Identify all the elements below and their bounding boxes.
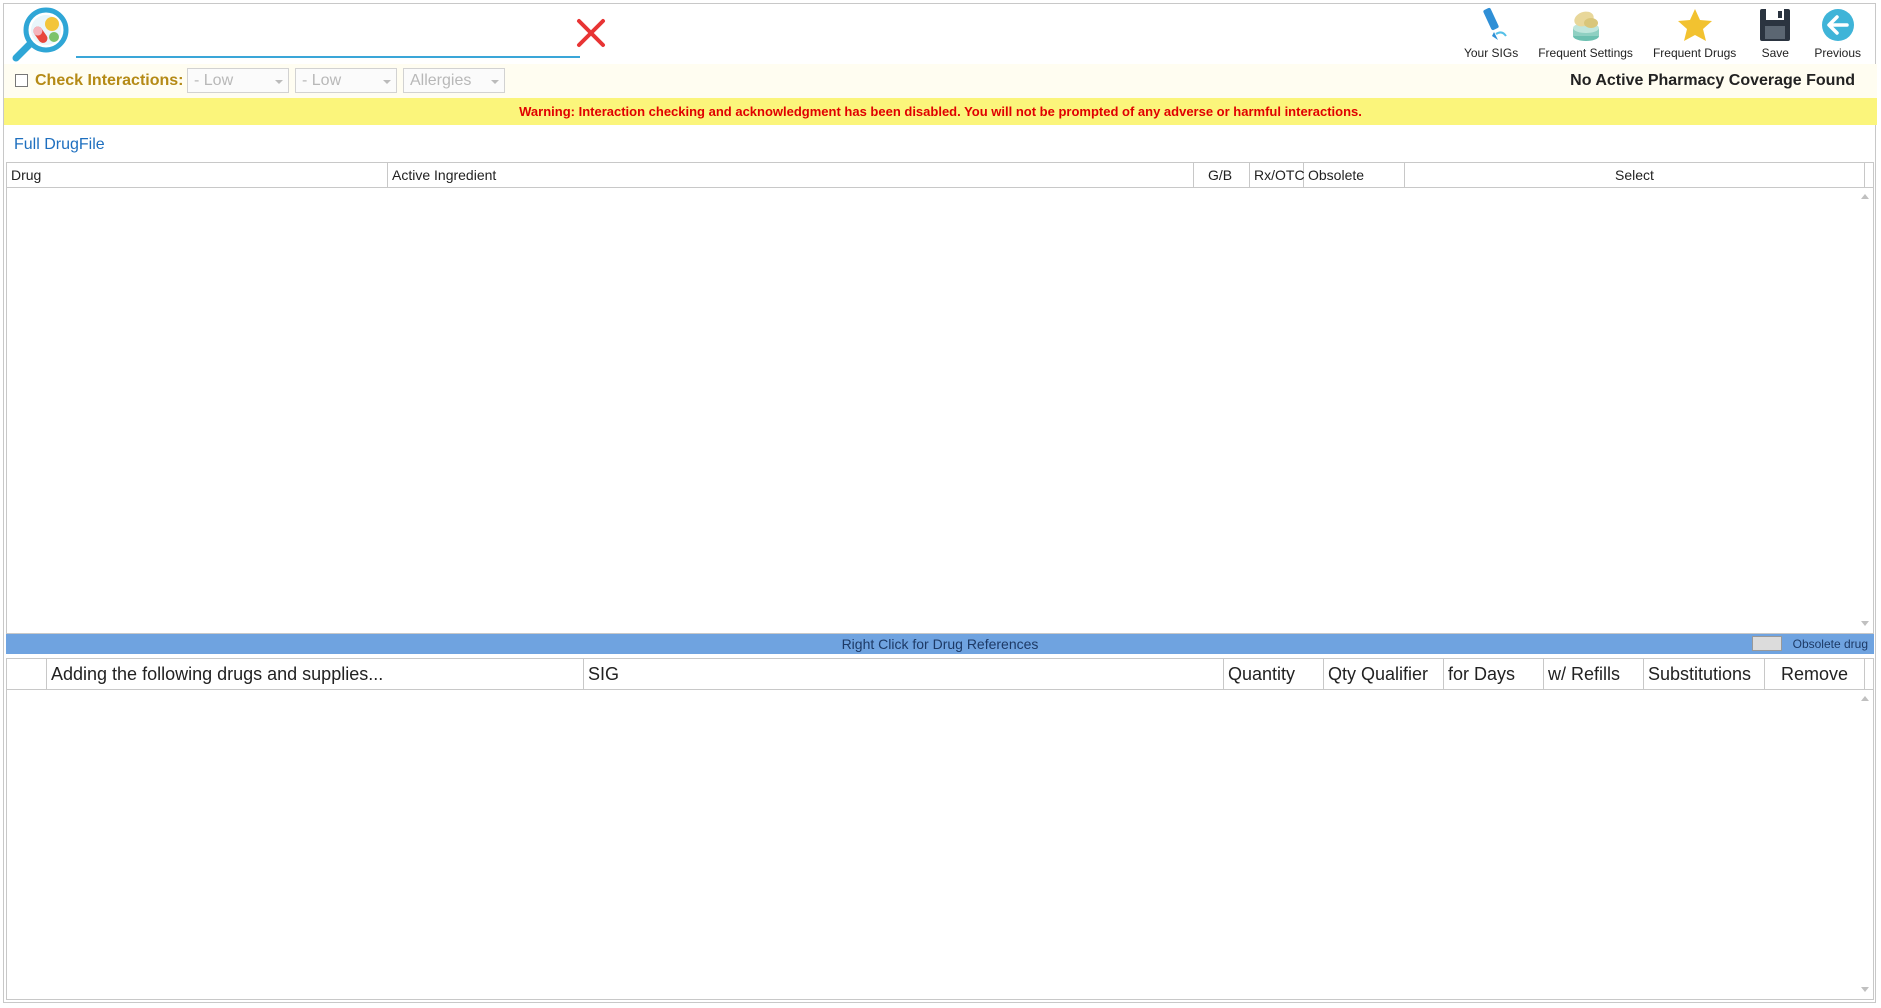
allergies-select-value: Allergies	[410, 72, 472, 89]
interaction-severity-select-1[interactable]: - Low	[187, 68, 289, 93]
drug-table: Drug Active Ingredient G/B Rx/OTC Obsole…	[6, 162, 1874, 634]
added-drugs-table: Adding the following drugs and supplies.…	[6, 658, 1874, 1000]
scroll-down-icon[interactable]	[1861, 987, 1869, 993]
chevron-down-icon	[275, 80, 283, 84]
obsolete-legend-label: Obsolete drug	[1792, 637, 1868, 651]
star-icon	[1677, 9, 1712, 41]
clear-search-button[interactable]	[574, 16, 608, 50]
previous-button[interactable]: Previous	[1804, 4, 1871, 60]
interaction-settings-row: Check Interactions: - Low - Low Allergie…	[4, 64, 1877, 98]
interaction-warning-banner: Warning: Interaction checking and acknow…	[4, 98, 1877, 125]
drug-search-input[interactable]	[76, 12, 580, 58]
interaction-severity-value-1: - Low	[194, 72, 234, 89]
column-header-qty-qualifier[interactable]: Qty Qualifier	[1324, 659, 1444, 689]
column-header-quantity[interactable]: Quantity	[1224, 659, 1324, 689]
save-label: Save	[1761, 46, 1789, 60]
column-header-select[interactable]: Select	[1405, 163, 1865, 187]
pharmacy-coverage-status: No Active Pharmacy Coverage Found	[1570, 72, 1855, 89]
statusbar-text: Right Click for Drug References	[841, 636, 1039, 652]
chevron-down-icon	[491, 80, 499, 84]
added-drugs-table-header: Adding the following drugs and supplies.…	[7, 659, 1873, 690]
frequent-settings-label: Frequent Settings	[1538, 46, 1633, 60]
column-header-refills[interactable]: w/ Refills	[1544, 659, 1644, 689]
your-sigs-button[interactable]: Your SIGs	[1454, 4, 1528, 60]
frequent-settings-button[interactable]: Frequent Settings	[1528, 4, 1643, 60]
column-header-gb[interactable]: G/B	[1194, 163, 1250, 187]
toolbar: Your SIGs Frequent Settings Frequent Dru…	[1454, 4, 1871, 60]
column-header-for-days[interactable]: for Days	[1444, 659, 1544, 689]
check-interactions-label: Check Interactions:	[35, 72, 184, 89]
interaction-severity-value-2: - Low	[302, 72, 342, 89]
scroll-up-icon[interactable]	[1861, 193, 1869, 199]
column-header-row-selector	[7, 659, 47, 689]
column-header-remove[interactable]: Remove	[1765, 659, 1865, 689]
full-drugfile-link[interactable]: Full DrugFile	[14, 136, 105, 154]
check-interactions-checkbox[interactable]	[15, 74, 28, 87]
your-sigs-label: Your SIGs	[1463, 46, 1519, 60]
back-arrow-icon	[1821, 9, 1854, 41]
pen-icon	[1483, 7, 1507, 40]
close-icon	[577, 19, 605, 47]
previous-label: Previous	[1814, 46, 1861, 60]
column-header-substitutions[interactable]: Substitutions	[1644, 659, 1765, 689]
save-button[interactable]: Save	[1746, 4, 1804, 60]
frequent-drugs-button[interactable]: Frequent Drugs	[1643, 4, 1746, 60]
obsolete-legend-swatch	[1752, 636, 1782, 651]
allergies-select[interactable]: Allergies	[403, 68, 505, 93]
column-header-active-ingredient[interactable]: Active Ingredient	[388, 163, 1194, 187]
drug-table-header: Drug Active Ingredient G/B Rx/OTC Obsole…	[7, 163, 1873, 188]
scroll-up-icon[interactable]	[1861, 695, 1869, 701]
frequent-drugs-label: Frequent Drugs	[1652, 46, 1737, 60]
drug-references-statusbar: Right Click for Drug References Obsolete…	[6, 634, 1874, 654]
column-header-rx-otc[interactable]: Rx/OTC	[1250, 163, 1305, 187]
column-header-drugs-supplies[interactable]: Adding the following drugs and supplies.…	[47, 659, 584, 689]
interaction-severity-select-2[interactable]: - Low	[295, 68, 397, 93]
column-header-drug[interactable]: Drug	[7, 163, 388, 187]
floppy-disk-icon	[1760, 9, 1791, 41]
column-header-obsolete[interactable]: Obsolete	[1304, 163, 1405, 187]
drug-search-logo-icon	[10, 6, 70, 64]
pill-bottle-icon	[1572, 11, 1599, 41]
scroll-down-icon[interactable]	[1861, 621, 1869, 627]
column-header-sig[interactable]: SIG	[584, 659, 1224, 689]
chevron-down-icon	[383, 80, 391, 84]
